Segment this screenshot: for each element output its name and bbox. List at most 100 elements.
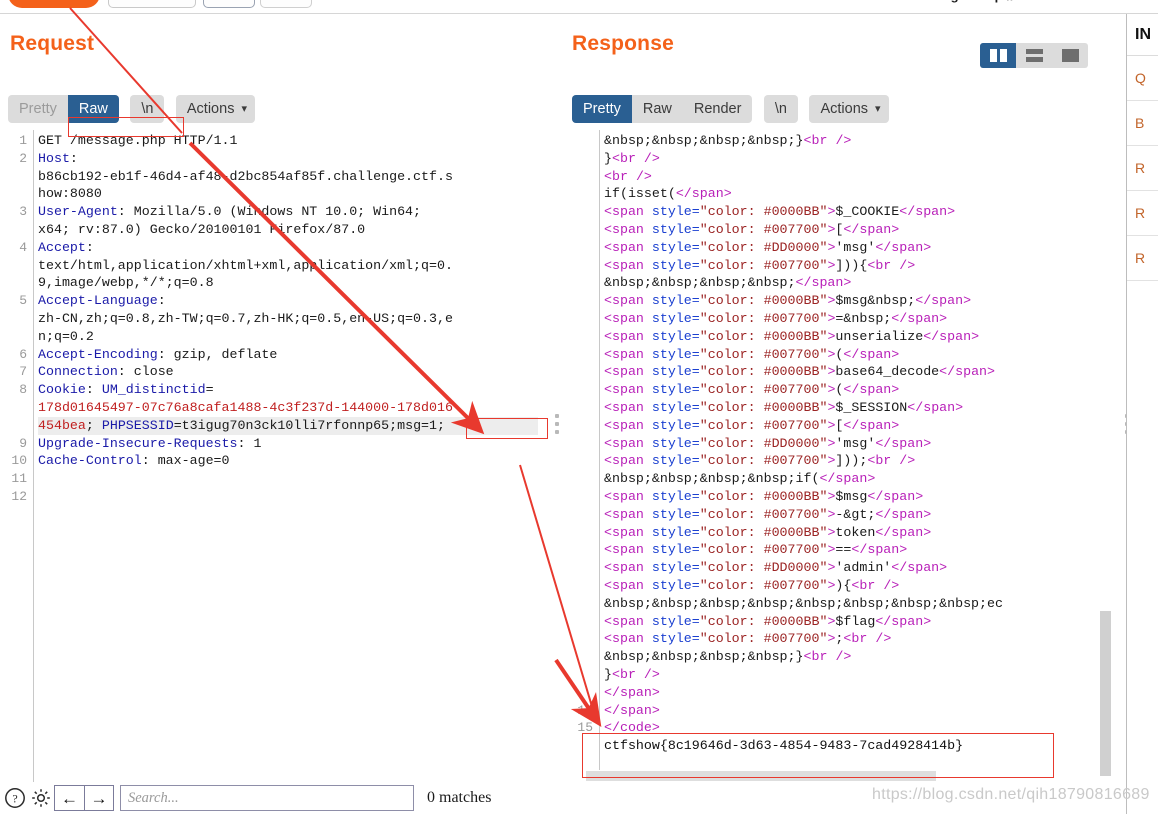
inspector-row-request-headers[interactable]: R [1127, 191, 1158, 236]
response-line-numbers: 14 15 [566, 130, 598, 782]
chevron-down-icon: ▾ [875, 103, 881, 115]
code-token: </span [843, 346, 892, 362]
response-actions-button[interactable]: Actions ▾ [809, 95, 888, 123]
inspector-row-body[interactable]: B [1127, 101, 1158, 146]
code-token: </span [939, 364, 988, 380]
code-token: : [85, 382, 102, 398]
inspector-row-request-cookies[interactable]: R [1127, 146, 1158, 191]
code-token: "color: #0000BB" [699, 399, 828, 415]
next-request-button[interactable]: > | [260, 0, 312, 8]
response-actions-label: Actions [820, 101, 869, 117]
code-token: $flag [835, 613, 876, 629]
tab-response-render[interactable]: Render [683, 95, 753, 123]
tab-request-newline[interactable]: \n [130, 95, 164, 123]
code-token: style= [643, 328, 700, 344]
code-token: style= [643, 364, 700, 380]
code-token: /> [643, 150, 660, 166]
tab-response-pretty[interactable]: Pretty [572, 95, 632, 123]
line-number [566, 239, 598, 257]
response-hscrollbar[interactable] [586, 770, 1080, 782]
request-editor[interactable]: 1 2 3 4 5 6 7 8 9 10 11 12 GET /message.php HTTP/1.… [0, 130, 538, 782]
request-code[interactable]: GET /message.php HTTP/1.1 Host: b86cb192-e… [38, 130, 538, 782]
code-token: style= [643, 560, 700, 576]
code-token: > [947, 204, 956, 220]
code-token: </span [875, 506, 924, 522]
send-button[interactable]: Send [8, 0, 100, 8]
tab-response-newline[interactable]: \n [764, 95, 798, 123]
request-bottom-toolbar: ? ← → Search... 0 matches [2, 782, 554, 814]
code-token: "color: #0000BB" [699, 488, 828, 504]
response-pane: Response Pretty Raw Render \n Actions ▾ [566, 14, 1155, 814]
code-line: if(isset(</span> [604, 185, 1092, 203]
response-vscrollbar[interactable] [1099, 130, 1112, 776]
line-number [0, 310, 32, 328]
code-token: /> [899, 453, 916, 469]
code-token: $_SESSION [835, 399, 908, 415]
tab-request-raw[interactable]: Raw [67, 95, 119, 123]
code-token: <span [604, 346, 644, 362]
code-token: > [651, 720, 660, 736]
response-editor[interactable]: 14 15 &nbsp;&nbsp;&nbsp;&nbsp;}<br />} <br… [566, 130, 1092, 782]
svg-text:?: ? [12, 792, 17, 806]
code-token: </span [843, 221, 892, 237]
line-number [566, 577, 598, 595]
code-token: > [843, 275, 852, 291]
code-token: style= [643, 453, 700, 469]
request-actions-button[interactable]: Actions ▾ [176, 95, 255, 123]
code-token: > [939, 310, 948, 326]
response-newline-group: \n [763, 95, 798, 123]
prev-request-button[interactable]: < | [203, 0, 255, 8]
line-number [566, 666, 598, 684]
code-token: <br [604, 168, 628, 184]
line-number [566, 132, 598, 150]
search-next-button[interactable]: → [84, 785, 114, 811]
code-token: style= [643, 613, 700, 629]
code-token: "color: #007700" [699, 506, 828, 522]
code-token: > [971, 328, 980, 344]
layout-rows-button[interactable] [1016, 43, 1052, 68]
response-hscroll-thumb[interactable] [586, 771, 936, 781]
code-token: : 1 [237, 435, 262, 451]
code-token: </code [604, 720, 652, 736]
layout-split-button[interactable] [980, 43, 1016, 68]
code-token: $_COOKIE [835, 204, 900, 220]
code-token: Cookie [38, 382, 86, 398]
tab-response-raw[interactable]: Raw [632, 95, 683, 123]
code-line: Cookie: UM_distinctid= [38, 381, 538, 399]
inspector-row-query[interactable]: Q [1127, 56, 1158, 101]
line-number: 7 [19, 364, 27, 380]
code-token: : [69, 150, 78, 166]
pane-splitter-left[interactable] [555, 414, 560, 434]
line-number [566, 292, 598, 310]
code-line: &nbsp;&nbsp;&nbsp;&nbsp;}<br /> [604, 132, 1092, 150]
code-token: "color: #007700" [699, 577, 828, 593]
code-token: > [923, 613, 932, 629]
help-icon[interactable]: ? [2, 785, 28, 811]
code-token: > [923, 239, 932, 255]
code-line: <span style="color: #007700">[</span> [604, 221, 1092, 239]
gear-icon[interactable] [28, 785, 54, 811]
line-number [0, 185, 32, 203]
layout-single-button[interactable] [1052, 43, 1088, 68]
inspector-row-response-headers[interactable]: R [1127, 236, 1158, 281]
code-token: /> [835, 133, 852, 148]
code-token: <span [604, 435, 644, 451]
code-token: /> [835, 649, 852, 665]
code-token: "color: #007700" [699, 417, 828, 433]
response-vscroll-thumb[interactable] [1100, 611, 1111, 776]
code-token: 'msg' [835, 435, 876, 451]
line-number [0, 257, 32, 275]
line-number: 4 [19, 239, 27, 255]
tab-request-pretty[interactable]: Pretty [8, 95, 68, 123]
line-number [566, 328, 598, 346]
code-token: } [604, 666, 612, 682]
code-token: <span [604, 399, 644, 415]
request-search-input[interactable]: Search... [120, 785, 414, 811]
code-line: <span style="color: #007700">]));<br /> [604, 452, 1092, 470]
search-prev-button[interactable]: ← [54, 785, 84, 811]
code-token: /> [635, 168, 652, 184]
code-token: <span [604, 488, 644, 504]
cancel-button[interactable]: Cancel [108, 0, 196, 8]
response-code[interactable]: &nbsp;&nbsp;&nbsp;&nbsp;}<br />}<br /> <b… [604, 130, 1092, 782]
